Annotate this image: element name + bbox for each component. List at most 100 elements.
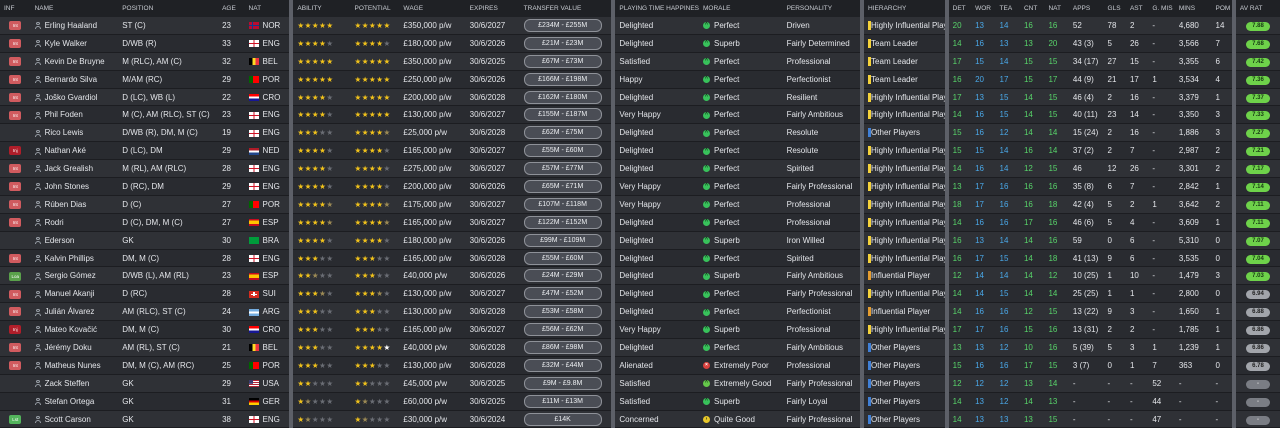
col-tea[interactable]: TEA	[995, 0, 1020, 17]
transfer-value-pill[interactable]: £9M - £9.8M	[523, 376, 602, 390]
transfer-value-pill[interactable]: £21M - £23M	[523, 36, 602, 50]
table-row[interactable]: Int Kyle Walker D/WB (R) 33 ENG ★★★★★ ★★…	[0, 34, 1280, 53]
inf-badge[interactable]: Int	[9, 253, 22, 263]
nationality-cell[interactable]: GER	[244, 392, 292, 411]
table-row[interactable]: Int Matheus Nunes DM, M (C), AM (RC) 25 …	[0, 356, 1280, 375]
name-cell[interactable]: Zack Steffen	[30, 374, 119, 393]
transfer-value-pill[interactable]: £32M - £44M	[523, 358, 602, 372]
col-ast[interactable]: AST	[1125, 0, 1149, 17]
transfer-value-pill[interactable]: £57M - £77M	[523, 162, 602, 176]
table-row[interactable]: Int Jack Grealish M (RL), AM (RLC) 28 EN…	[0, 159, 1280, 179]
col-det[interactable]: DET	[944, 0, 972, 17]
col-av-rat[interactable]: AV RAT	[1231, 0, 1280, 17]
name-cell[interactable]: Kyle Walker	[30, 34, 119, 53]
transfer-value-pill[interactable]: £155M - £187M	[523, 108, 602, 122]
col-nat[interactable]: NAT	[244, 0, 292, 17]
name-cell[interactable]: Sergio Gómez	[30, 266, 119, 286]
inf-badge[interactable]: Int	[9, 39, 22, 49]
table-row[interactable]: Stefan Ortega GK 31 GER ★★★★★ ★★★★★ £60,…	[0, 392, 1280, 411]
inf-badge[interactable]: Int	[9, 217, 22, 227]
player-name[interactable]: Kalvin Phillips	[45, 254, 94, 263]
name-cell[interactable]: Joško Gvardiol	[30, 88, 119, 107]
name-cell[interactable]: Rodri	[30, 213, 119, 232]
col-wage[interactable]: WAGE	[399, 0, 466, 17]
col-apps[interactable]: APPS	[1068, 0, 1104, 17]
inf-badge[interactable]: Int	[9, 110, 22, 120]
name-cell[interactable]: Stefan Ortega	[30, 392, 119, 411]
nationality-cell[interactable]: SUI	[244, 284, 292, 304]
player-name[interactable]: Bernardo Silva	[45, 75, 97, 84]
player-name[interactable]: Manuel Akanji	[45, 289, 95, 298]
transfer-value-pill[interactable]: £107M - £118M	[523, 197, 602, 211]
inf-badge[interactable]: Loa	[9, 271, 22, 281]
name-cell[interactable]: John Stones	[30, 177, 119, 196]
table-row[interactable]: Zack Steffen GK 29 USA ★★★★★ ★★★★★ £45,0…	[0, 374, 1280, 393]
player-name[interactable]: Scott Carson	[45, 415, 91, 424]
name-cell[interactable]: Kalvin Phillips	[30, 249, 119, 268]
name-cell[interactable]: Phil Foden	[30, 105, 119, 125]
col-gls[interactable]: GLS	[1103, 0, 1126, 17]
inf-badge[interactable]: Int	[9, 343, 22, 353]
inf-badge[interactable]: Int	[9, 200, 22, 210]
table-row[interactable]: Int John Stones D (RC), DM 29 ENG ★★★★★ …	[0, 177, 1280, 196]
name-cell[interactable]: Nathan Aké	[30, 141, 119, 161]
inf-badge[interactable]: Int	[9, 289, 22, 299]
player-name[interactable]: Joško Gvardiol	[45, 93, 98, 102]
transfer-value-pill[interactable]: £234M - £255M	[523, 18, 602, 32]
inf-badge[interactable]: Inj	[9, 325, 22, 335]
col-cnt[interactable]: CNT	[1019, 0, 1045, 17]
name-cell[interactable]: Rico Lewis	[30, 123, 119, 143]
transfer-value-pill[interactable]: £62M - £75M	[523, 126, 602, 140]
inf-badge[interactable]: Lst	[9, 414, 22, 424]
nationality-cell[interactable]: POR	[244, 195, 292, 214]
nationality-cell[interactable]: ENG	[244, 34, 292, 53]
player-name[interactable]: Nathan Aké	[45, 146, 86, 155]
col-ability[interactable]: ABILITY	[289, 0, 351, 17]
transfer-value-pill[interactable]: £56M - £62M	[523, 323, 602, 337]
nationality-cell[interactable]: POR	[244, 70, 292, 89]
col-gmis[interactable]: G. MIS	[1148, 0, 1175, 17]
nationality-cell[interactable]: POR	[244, 356, 292, 375]
transfer-value-pill[interactable]: £47M - £52M	[523, 287, 602, 301]
name-cell[interactable]: Jack Grealish	[30, 159, 119, 179]
transfer-value-pill[interactable]: £65M - £71M	[523, 179, 602, 193]
table-row[interactable]: Int Bernardo Silva M/AM (RC) 29 POR ★★★★…	[0, 70, 1280, 89]
table-row[interactable]: Int Rúben Dias D (C) 27 POR ★★★★★ ★★★★★ …	[0, 195, 1280, 214]
nationality-cell[interactable]: ENG	[244, 105, 292, 125]
name-cell[interactable]: Julián Álvarez	[30, 302, 119, 322]
name-cell[interactable]: Rúben Dias	[30, 195, 119, 214]
col-nat-attr[interactable]: NAT	[1044, 0, 1069, 17]
col-inf[interactable]: INF	[0, 0, 31, 17]
col-age[interactable]: AGE	[218, 0, 245, 17]
nationality-cell[interactable]: NED	[244, 141, 292, 161]
table-row[interactable]: Int Manuel Akanji D (RC) 28 SUI ★★★★★ ★★…	[0, 284, 1280, 304]
nationality-cell[interactable]: BEL	[244, 52, 292, 71]
transfer-value-pill[interactable]: £162M - £180M	[523, 90, 602, 104]
col-morale[interactable]: MORALE	[699, 0, 783, 17]
nationality-cell[interactable]: ENG	[244, 177, 292, 196]
name-cell[interactable]: Erling Haaland	[30, 17, 119, 35]
player-name[interactable]: Sergio Gómez	[45, 271, 96, 280]
col-expires[interactable]: EXPIRES	[465, 0, 520, 17]
name-cell[interactable]: Bernardo Silva	[30, 70, 119, 89]
player-name[interactable]: Julián Álvarez	[45, 307, 95, 316]
table-row[interactable]: Int Rodri D (C), DM, M (C) 27 ESP ★★★★★ …	[0, 213, 1280, 232]
transfer-value-pill[interactable]: £11M - £13M	[523, 394, 602, 408]
table-row[interactable]: Lst Scott Carson GK 38 ENG ★★★★★ ★★★★★ £…	[0, 410, 1280, 428]
table-row[interactable]: Int Kalvin Phillips DM, M (C) 28 ENG ★★★…	[0, 249, 1280, 268]
transfer-value-pill[interactable]: £166M - £198M	[523, 72, 602, 86]
transfer-value-pill[interactable]: £14K	[523, 412, 602, 426]
inf-badge[interactable]: Int	[9, 74, 22, 84]
transfer-value-pill[interactable]: £53M - £58M	[523, 305, 602, 319]
col-pom[interactable]: POM	[1211, 0, 1234, 17]
inf-badge[interactable]: Int	[9, 21, 22, 31]
transfer-value-pill[interactable]: £122M - £152M	[523, 215, 602, 229]
player-name[interactable]: Kevin De Bruyne	[45, 57, 105, 66]
transfer-value-pill[interactable]: £99M - £109M	[523, 233, 602, 247]
player-name[interactable]: Phil Foden	[45, 110, 83, 119]
nationality-cell[interactable]: BEL	[244, 338, 292, 357]
name-cell[interactable]: Kevin De Bruyne	[30, 52, 119, 71]
inf-badge[interactable]: Int	[9, 92, 22, 102]
nationality-cell[interactable]: CRO	[244, 320, 292, 340]
nationality-cell[interactable]: CRO	[244, 88, 292, 107]
